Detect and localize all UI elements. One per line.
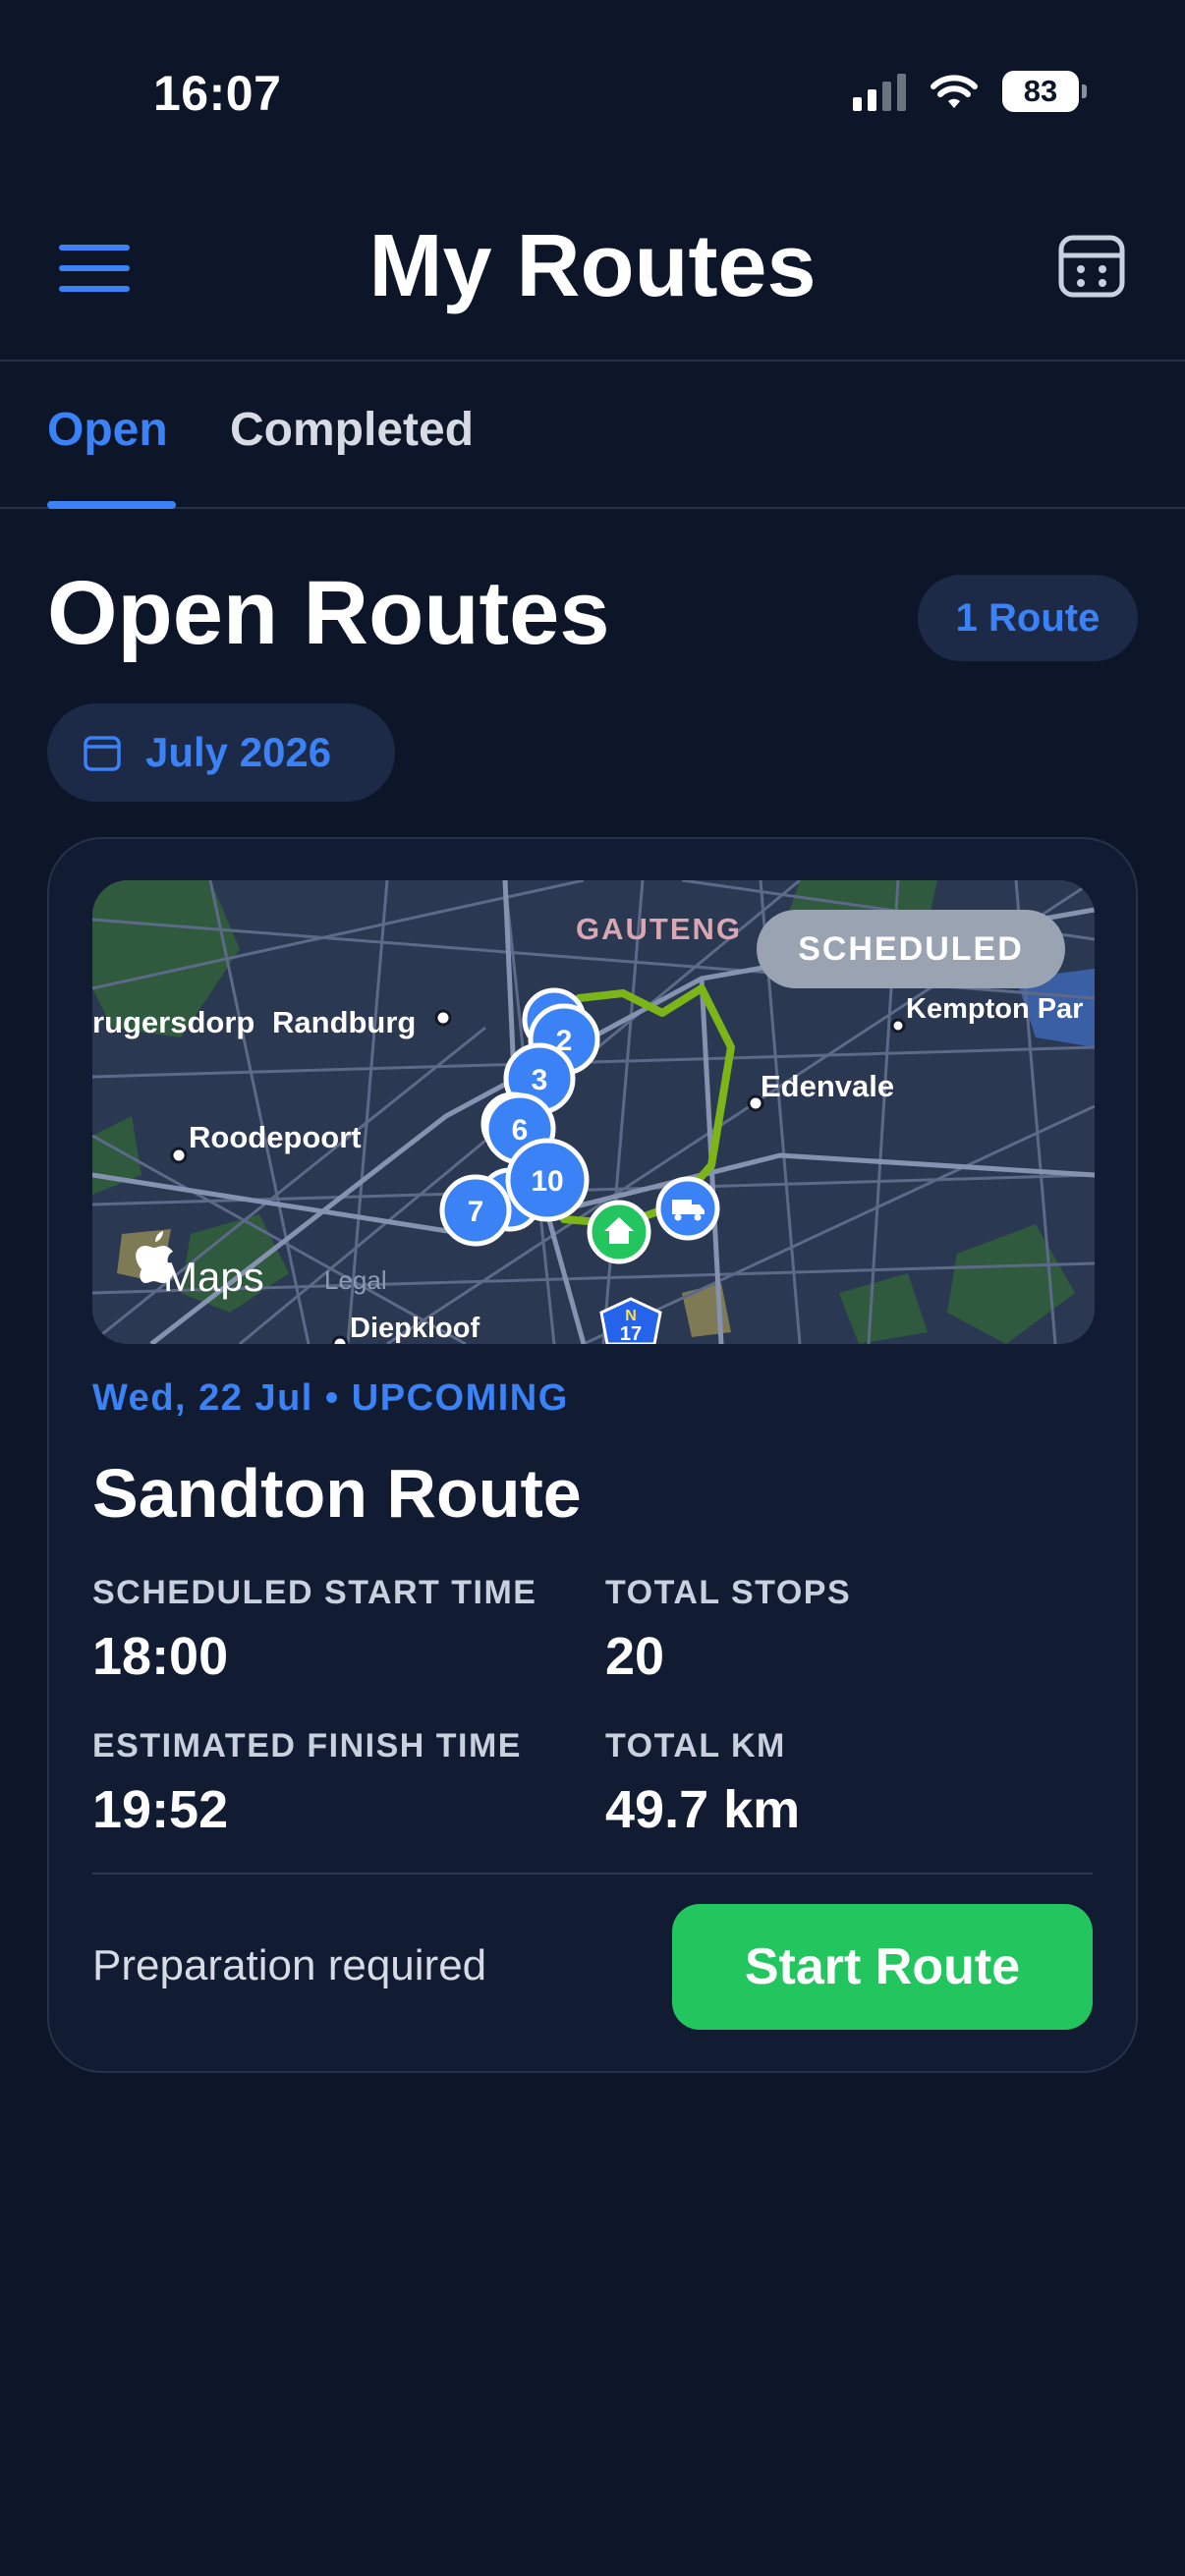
active-tab-indicator	[47, 501, 176, 509]
route-name: Sandton Route	[92, 1455, 582, 1532]
start-route-button[interactable]: Start Route	[672, 1904, 1093, 2030]
stat-value: 49.7 km	[605, 1780, 801, 1839]
map-label-diepkloof: Diepkloof	[350, 1313, 480, 1344]
month-filter-chip[interactable]: July 2026	[47, 703, 395, 802]
stop-number: 6	[512, 1114, 529, 1147]
tab-open[interactable]: Open	[47, 403, 168, 457]
page-title: My Routes	[368, 217, 817, 315]
map-label-kempton-park: Kempton Par	[906, 993, 1083, 1025]
map-label-gauteng: GAUTENG	[576, 912, 742, 946]
map-label-edenvale: Edenvale	[761, 1069, 894, 1103]
route-card[interactable]: GAUTENG rugersdorp Randburg Kempton Par …	[47, 837, 1138, 2073]
cellular-signal-icon	[853, 72, 906, 111]
stop-number: 7	[468, 1196, 484, 1228]
stat-label: ESTIMATED FINISH TIME	[92, 1727, 522, 1764]
route-date: Wed, 22 Jul • UPCOMING	[92, 1377, 569, 1419]
stat-label: SCHEDULED START TIME	[92, 1574, 537, 1611]
stat-label: TOTAL STOPS	[605, 1574, 852, 1611]
map-label-randburg: Randburg	[272, 1005, 416, 1039]
maps-attribution: Maps	[163, 1254, 264, 1300]
battery-level: 83	[1002, 71, 1079, 112]
truck-marker-icon[interactable]	[655, 1176, 720, 1241]
preparation-status: Preparation required	[92, 1941, 487, 1989]
route-map[interactable]: GAUTENG rugersdorp Randburg Kempton Par …	[92, 880, 1095, 1344]
home-marker-icon[interactable]	[587, 1200, 651, 1264]
stat-estimated-finish: ESTIMATED FINISH TIME 19:52	[92, 1727, 522, 1840]
calendar-icon[interactable]	[1057, 232, 1126, 301]
map-label-krugersdorp: rugersdorp	[92, 1005, 254, 1039]
tab-completed[interactable]: Completed	[230, 403, 474, 457]
map-legal-link: Legal	[324, 1265, 387, 1295]
stat-value: 19:52	[92, 1780, 229, 1839]
my-routes-screen: 16:07 83 My Routes Open Completed Open R…	[0, 0, 1185, 2576]
route-tabs: Open Completed	[0, 362, 1185, 509]
stat-value: 18:00	[92, 1627, 229, 1686]
map-label-roodepoort: Roodepoort	[189, 1120, 362, 1154]
stat-label: TOTAL KM	[605, 1727, 786, 1764]
stat-total-stops: TOTAL STOPS 20	[605, 1574, 851, 1687]
route-count-badge: 1 Route	[918, 575, 1138, 661]
month-filter-label: July 2026	[145, 729, 332, 775]
card-divider	[92, 1873, 1093, 1875]
stat-value: 20	[605, 1627, 665, 1686]
status-time: 16:07	[153, 66, 282, 121]
status-bar: 16:07 83	[0, 0, 1185, 187]
stat-total-km: TOTAL KM 49.7 km	[605, 1727, 800, 1840]
section-title: Open Routes	[47, 563, 610, 663]
stat-scheduled-start: SCHEDULED START TIME 18:00	[92, 1574, 536, 1687]
status-icons: 83	[853, 71, 1087, 112]
stop-number: 3	[532, 1064, 548, 1096]
calendar-small-icon	[84, 736, 121, 771]
svg-text:N: N	[625, 1308, 637, 1324]
app-header: My Routes	[0, 187, 1185, 362]
scheduled-status-badge: SCHEDULED	[757, 910, 1065, 988]
battery-icon: 83	[1002, 71, 1087, 112]
svg-text:17: 17	[620, 1323, 642, 1344]
stop-number: 10	[531, 1165, 563, 1198]
wifi-icon	[931, 75, 978, 108]
